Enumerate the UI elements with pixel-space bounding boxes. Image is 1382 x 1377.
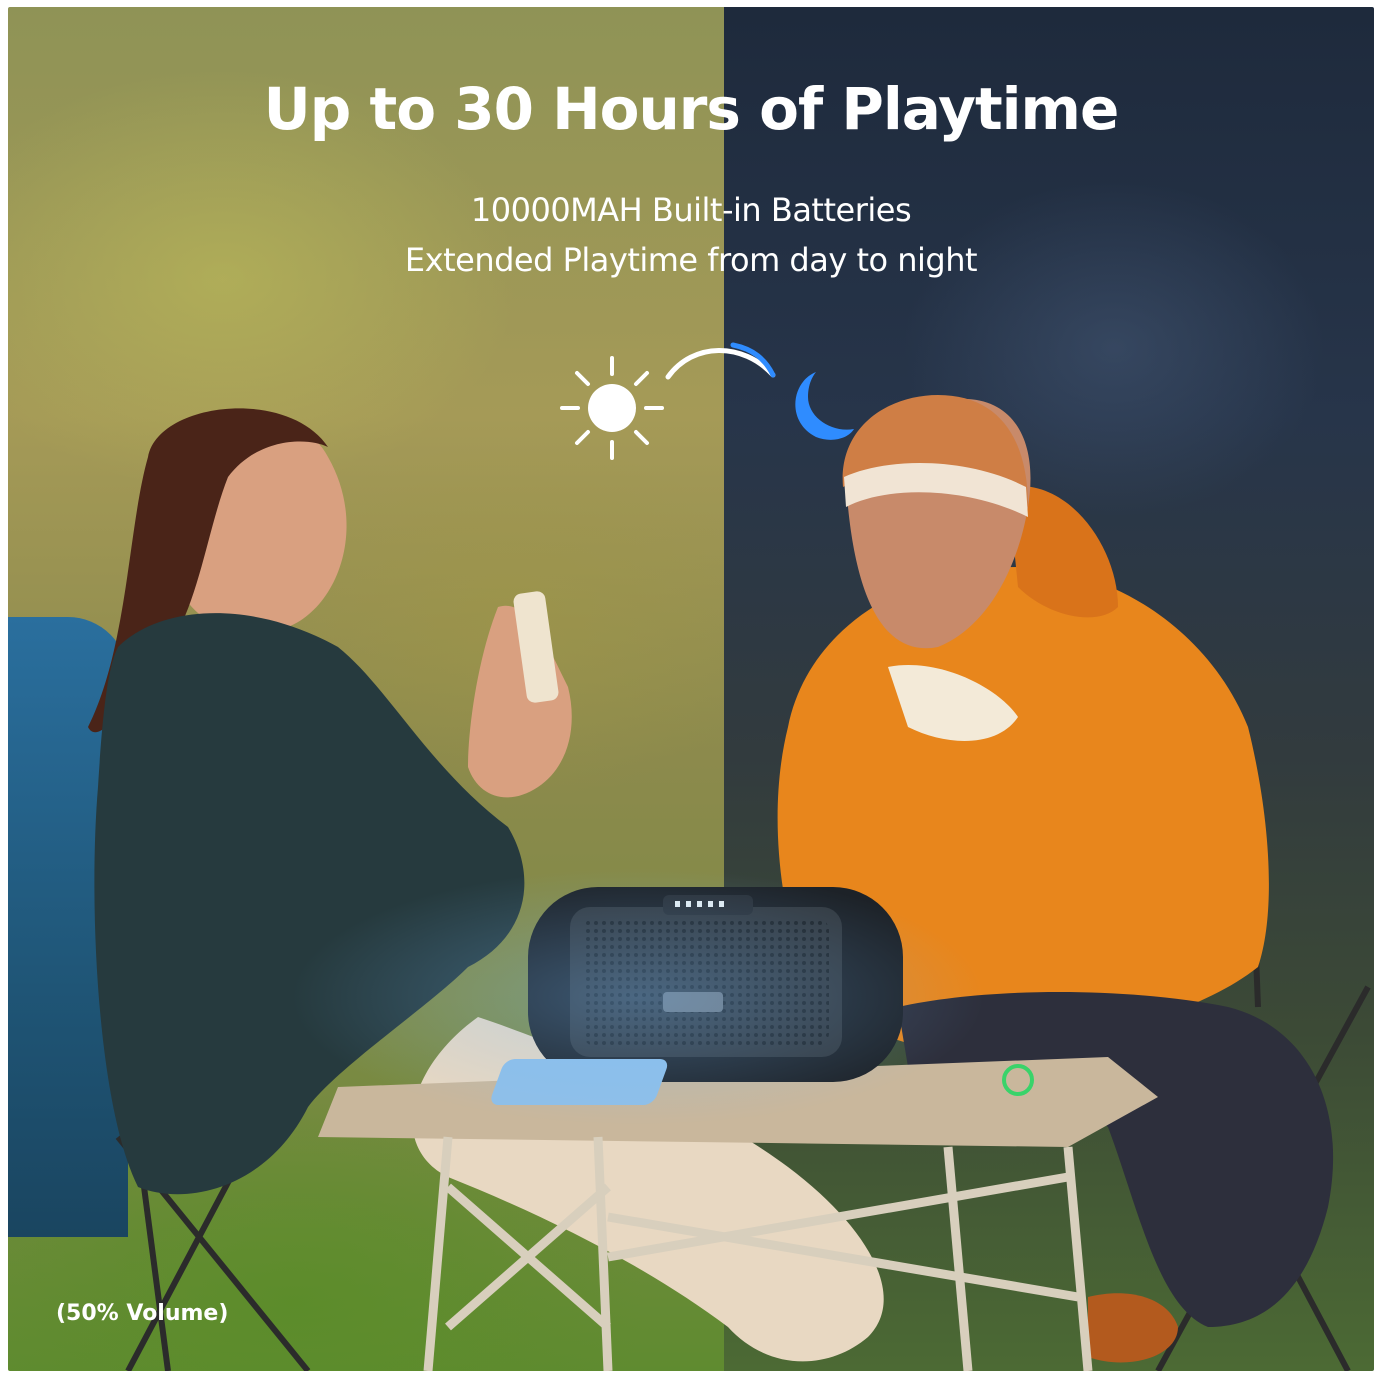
headline-battery: 10000MAH Built-in Batteries [470, 191, 912, 229]
headline-title: Up to 30 Hours of Playtime [263, 75, 1120, 143]
speaker-glow [288, 867, 988, 1127]
headline-playtime: Extended Playtime from day to night [404, 241, 978, 279]
moon-icon [795, 372, 854, 440]
sun-icon [560, 356, 664, 460]
arc-icon [665, 342, 776, 380]
product-banner: Up to 30 Hours of Playtime 10000MAH Buil… [8, 7, 1374, 1371]
volume-note: (50% Volume) [56, 1301, 229, 1326]
